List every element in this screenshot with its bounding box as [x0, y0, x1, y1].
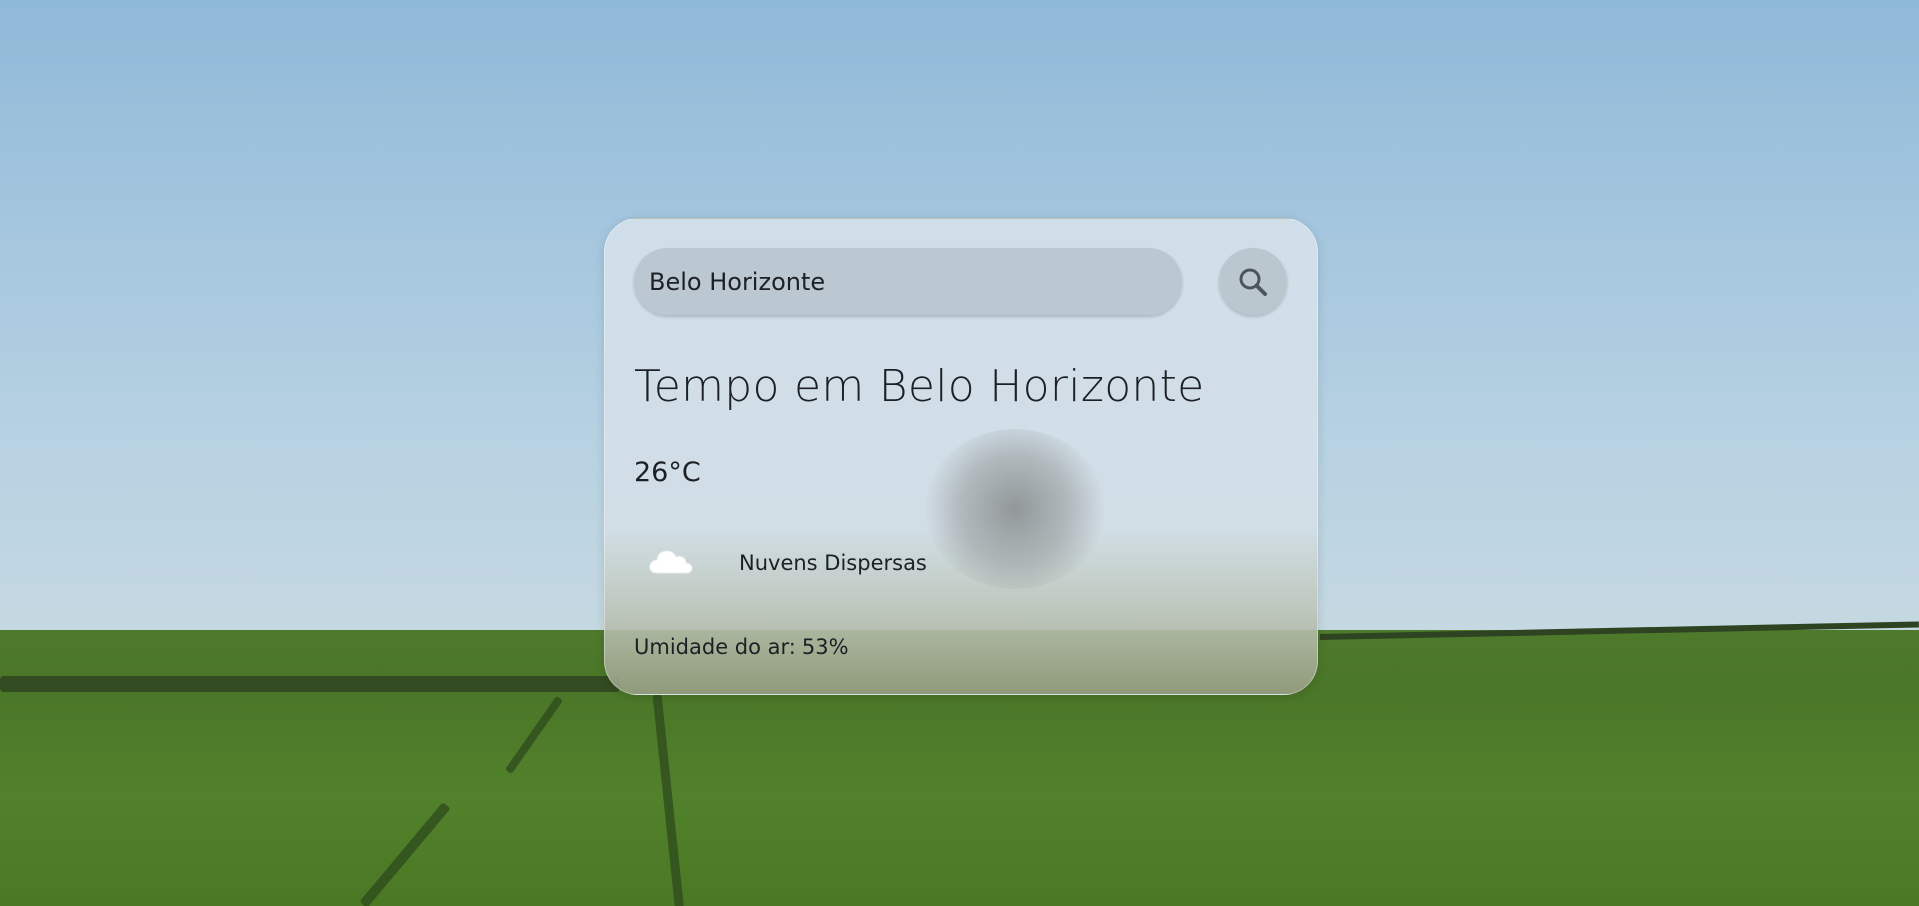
humidity: Umidade do ar: 53%: [634, 635, 849, 659]
humidity-label: Umidade do ar:: [634, 635, 796, 659]
weather-card: Tempo em Belo Horizonte 26°C Nuvens Disp…: [604, 218, 1318, 695]
search-icon: [1239, 268, 1267, 296]
humidity-value: 53%: [801, 635, 849, 659]
weather-title: Tempo em Belo Horizonte: [634, 361, 1205, 412]
cloud-icon: [649, 550, 693, 574]
hedge-left: [0, 676, 620, 692]
blurred-background-shape: [925, 429, 1105, 589]
search-button[interactable]: [1219, 248, 1287, 315]
weather-description: Nuvens Dispersas: [739, 551, 927, 575]
temperature: 26°C: [634, 457, 701, 488]
city-search-input[interactable]: [634, 248, 1182, 315]
